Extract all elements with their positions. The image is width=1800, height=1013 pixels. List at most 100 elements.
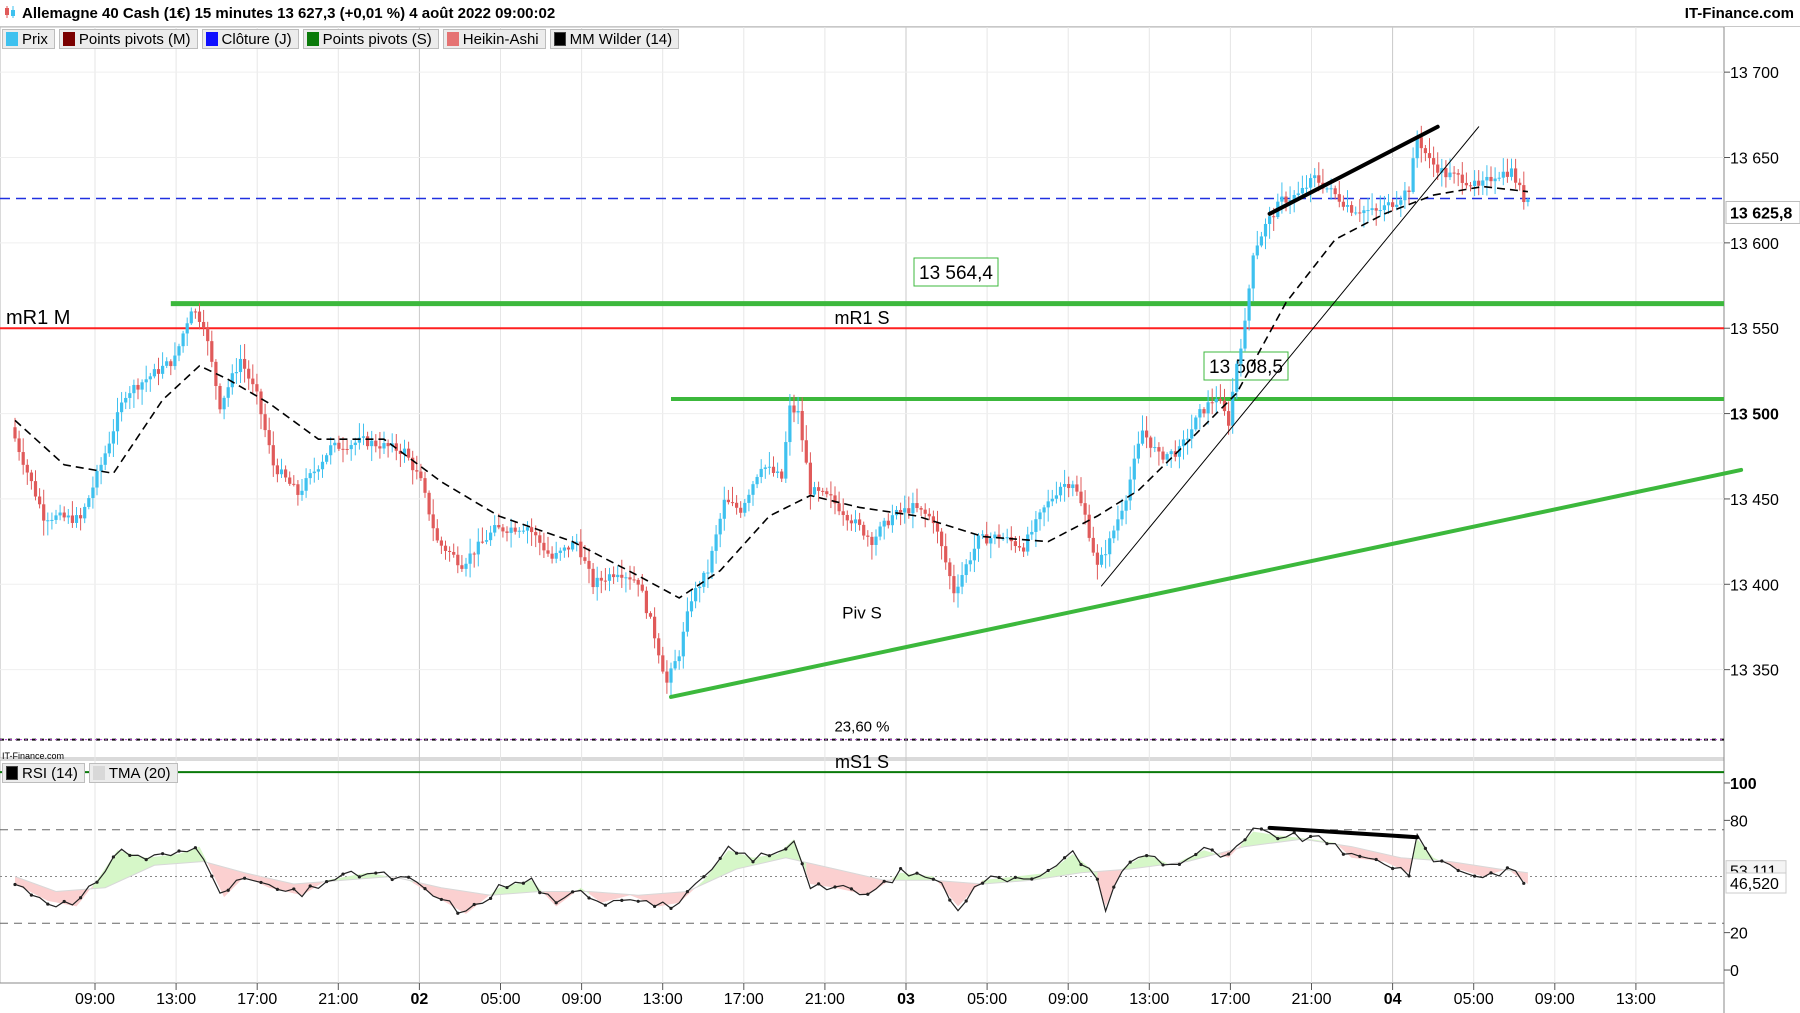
bullish-candle [1366,210,1370,212]
bullish-candle [493,525,497,533]
x-tick-label: 17:00 [1210,991,1250,1008]
bearish-candle [591,568,595,588]
bullish-candle [558,550,562,553]
rsi-point [702,875,706,879]
legend-item-rsi-14[interactable]: RSI (14) [2,763,85,783]
bullish-candle [1370,208,1374,211]
bearish-candle [448,550,452,552]
legend-item-heikin-ashi[interactable]: Heikin-Ashi [442,29,546,49]
rsi-point [259,880,263,885]
x-tick-label: 13:00 [156,991,196,1008]
x-tick-label: 17:00 [237,991,277,1008]
title-bar: Allemagne 40 Cash (1€) 15 minutes 13 627… [0,0,1800,27]
bearish-candle [1444,168,1448,178]
legend-item-cl-ture-j[interactable]: Clôture (J) [201,29,299,49]
bearish-candle [940,531,944,547]
bullish-candle [1169,451,1173,455]
legend-item-tma-20[interactable]: TMA (20) [88,763,178,783]
bullish-candle [152,369,156,377]
bullish-candle [1247,288,1251,321]
rsi-y-tick-label: 20 [1730,926,1748,943]
bearish-candle [1522,185,1526,203]
rsi-point [1112,885,1116,889]
bearish-candle [255,384,259,392]
bearish-candle [197,311,202,322]
bullish-candle [111,431,115,444]
bullish-candle [1304,187,1309,189]
rsi-swatch-icon [6,766,18,780]
bullish-candle [1136,443,1140,459]
bullish-candle [981,534,985,536]
brand-link[interactable]: IT-Finance.com [1685,5,1794,22]
bearish-candle [808,462,812,495]
bearish-candle [267,430,271,446]
rsi-point [1128,860,1132,864]
bearish-candle [1391,202,1395,207]
bullish-candle [1448,172,1452,178]
bearish-candle [70,515,74,523]
bearish-candle [1456,173,1460,175]
pivot-weekly-swatch-icon [306,32,319,46]
rsi-point [571,890,575,894]
legend-item-mm-wilder-14[interactable]: MM Wilder (14) [549,29,680,49]
bullish-candle [132,384,136,394]
rsi-point [144,857,148,862]
bearish-candle [620,574,624,578]
bearish-candle [837,503,841,512]
bearish-candle [452,551,456,555]
bearish-candle [858,519,862,525]
bearish-candle [825,491,829,495]
bullish-candle [464,563,468,569]
rsi-point [653,904,657,908]
bullish-candle [595,577,599,588]
bearish-candle [423,478,427,493]
pivot-monthly-swatch-icon [62,32,75,46]
price-legend: Prix Points pivots (M) Clôture (J) Points p… [2,29,680,51]
bullish-candle [1128,479,1132,501]
bearish-candle [1075,484,1079,492]
rsi-point [817,882,821,886]
bearish-candle [661,655,665,672]
bullish-candle [1116,519,1120,531]
bullish-candle [710,550,714,573]
bullish-candle [1382,205,1386,211]
bearish-candle [1095,552,1099,565]
bearish-candle [870,536,874,545]
legend-item-points-pivots-m[interactable]: Points pivots (M) [58,29,198,49]
bearish-candle [435,528,439,541]
bullish-candle [1124,500,1128,511]
bearish-candle [1350,205,1354,213]
rsi-point [1292,831,1296,835]
chart-canvas: IT-Finance.com 09:00 13:00 17:00 21:00 02 05:0… [0,26,1800,1013]
bullish-candle [181,333,185,347]
bearish-candle [792,405,796,413]
bullish-candle [874,536,878,545]
bullish-candle [329,445,333,456]
bearish-candle [288,477,292,484]
resistance-value-label: 13 564,4 [919,263,993,284]
bullish-candle [812,487,817,495]
bullish-candle [300,490,304,495]
bullish-candle [1030,531,1034,535]
bearish-candle [1317,175,1321,183]
legend-item-points-pivots-s[interactable]: Points pivots (S) [302,29,439,49]
bullish-candle [222,397,226,410]
rsi-point [603,903,608,907]
bullish-candle [784,442,788,479]
bearish-candle [735,502,739,508]
last-price-label: 13 625,8 [1730,205,1792,222]
rsi-point [111,855,115,859]
bearish-candle [1067,483,1071,489]
bearish-candle [1374,208,1378,211]
rsi-point [1391,866,1395,871]
bearish-candle [948,562,952,577]
close-daily-swatch-icon [205,32,218,46]
bearish-candle [648,613,653,617]
legend-item-prix[interactable]: Prix [2,29,55,49]
bearish-candle [17,438,21,453]
price-swatch-icon [6,32,18,46]
bearish-candle [210,341,214,362]
bullish-candle [1214,398,1218,403]
rsi-point [325,879,329,884]
bullish-candle [698,586,702,589]
